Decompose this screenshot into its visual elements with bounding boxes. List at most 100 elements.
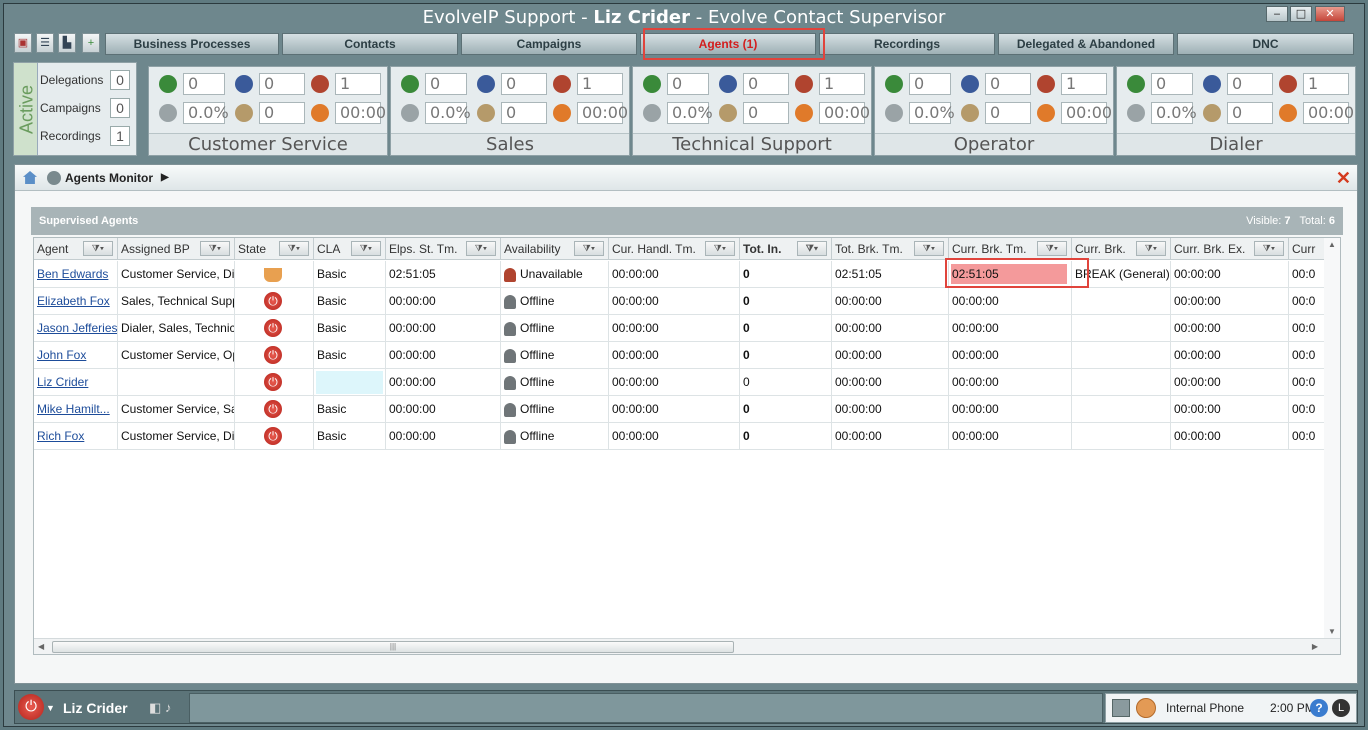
cell-bp bbox=[118, 369, 235, 396]
horizontal-scrollbar[interactable]: ◀ ||| ▶ bbox=[34, 638, 1340, 654]
status-user-name: Liz Crider bbox=[63, 700, 128, 716]
filter-icon[interactable]: ⧩▾ bbox=[1254, 241, 1284, 256]
horizontal-scroll-thumb[interactable]: ||| bbox=[52, 641, 734, 653]
tab-agents[interactable]: Agents (1) bbox=[640, 33, 816, 55]
maximize-button[interactable]: □ bbox=[1290, 6, 1312, 22]
layout-icon[interactable]: ☰ bbox=[36, 33, 54, 53]
minimize-button[interactable]: ‒ bbox=[1266, 6, 1288, 22]
power-icon[interactable]: ⏻ bbox=[18, 694, 44, 720]
vertical-scrollbar[interactable]: ▲ ▼ bbox=[1324, 238, 1340, 654]
queue-name[interactable]: Customer Service bbox=[149, 133, 387, 155]
filter-icon[interactable]: ⧩▾ bbox=[83, 241, 113, 256]
cell-state: ⏻ bbox=[235, 315, 314, 342]
column-header[interactable]: Assigned BP ⧩▾ bbox=[118, 238, 235, 260]
table-row[interactable]: Elizabeth Fox Sales, Technical Supp ⏻ Basic… bbox=[34, 288, 1340, 315]
filter-icon[interactable]: ⧩▾ bbox=[705, 241, 735, 256]
agent-link[interactable]: Jason Jefferies bbox=[37, 321, 117, 335]
column-header[interactable]: Agent ⧩▾ bbox=[34, 238, 118, 260]
tab-recordings[interactable]: Recordings bbox=[819, 33, 995, 55]
agent-status-icon[interactable] bbox=[1136, 698, 1156, 718]
table-row[interactable]: Rich Fox Customer Service, Di ⏻ Basic 00:00:… bbox=[34, 423, 1340, 450]
filter-icon[interactable]: ⧩▾ bbox=[1037, 241, 1067, 256]
agent-link[interactable]: Elizabeth Fox bbox=[37, 294, 110, 308]
column-header[interactable]: Elps. St. Tm. ⧩▾ bbox=[386, 238, 501, 260]
cell-state: ⏻ bbox=[235, 396, 314, 423]
tab-delegated-abandoned[interactable]: Delegated & Abandoned bbox=[998, 33, 1174, 55]
cell-elps: 02:51:05 bbox=[386, 261, 501, 288]
queue-stat-v1: 0 bbox=[1151, 73, 1193, 95]
filter-icon[interactable]: ⧩▾ bbox=[200, 241, 230, 256]
filter-icon[interactable]: ⧩▾ bbox=[466, 241, 496, 256]
table-row[interactable]: Liz Crider ⏻ 00:00:00 Offline 00:00:00 0 00:00… bbox=[34, 369, 1340, 396]
scroll-up-icon[interactable]: ▲ bbox=[1328, 240, 1336, 249]
agent-link[interactable]: Rich Fox bbox=[37, 429, 84, 443]
agent-link[interactable]: Mike Hamilt... bbox=[37, 402, 110, 416]
tab-campaigns[interactable]: Campaigns bbox=[461, 33, 637, 55]
cell-cla: Basic bbox=[314, 261, 386, 288]
phone-status-panel: Internal Phone 2:00 PM ? L bbox=[1105, 693, 1357, 723]
active-delegations-count[interactable]: 0 bbox=[110, 70, 130, 90]
active-recordings-count[interactable]: 1 bbox=[110, 126, 130, 146]
column-header[interactable]: Curr. Brk. ⧩▾ bbox=[1072, 238, 1171, 260]
speaker-icon[interactable]: ◧ bbox=[149, 700, 161, 716]
queue-name[interactable]: Technical Support bbox=[633, 133, 871, 155]
cell-totbrk: 00:00:00 bbox=[832, 369, 949, 396]
agent-link[interactable]: Liz Crider bbox=[37, 375, 88, 389]
close-icon[interactable]: ✕ bbox=[1336, 165, 1351, 191]
queue-name[interactable]: Dialer bbox=[1117, 133, 1355, 155]
filter-icon[interactable]: ⧩▾ bbox=[574, 241, 604, 256]
scroll-down-icon[interactable]: ▼ bbox=[1328, 627, 1336, 636]
filter-icon[interactable]: ⧩▾ bbox=[351, 241, 381, 256]
column-header[interactable]: Curr. Brk. Tm. ⧩▾ bbox=[949, 238, 1072, 260]
cell-text-currbrk: 00:00:00 bbox=[952, 321, 999, 335]
hierarchy-icon[interactable]: ▙ bbox=[58, 33, 76, 53]
active-campaigns-count[interactable]: 0 bbox=[110, 98, 130, 118]
column-header[interactable]: Tot. Brk. Tm. ⧩▾ bbox=[832, 238, 949, 260]
home-icon[interactable] bbox=[23, 171, 37, 184]
column-header[interactable]: Tot. In. ⧩▾ bbox=[740, 238, 832, 260]
tab-contacts[interactable]: Contacts bbox=[282, 33, 458, 55]
cell-text-handl: 00:00:00 bbox=[612, 294, 659, 308]
cell-brkex: 00:00:00 bbox=[1171, 396, 1289, 423]
column-header[interactable]: State ⧩▾ bbox=[235, 238, 314, 260]
filter-icon[interactable]: ⧩▾ bbox=[279, 241, 309, 256]
scroll-left-icon[interactable]: ◀ bbox=[38, 642, 44, 651]
table-row[interactable]: Mike Hamilt... Customer Service, Sa ⏻ Basic… bbox=[34, 396, 1340, 423]
cell-agent: Liz Crider bbox=[34, 369, 118, 396]
chevron-down-icon[interactable]: ▼ bbox=[46, 703, 55, 713]
queue-name[interactable]: Sales bbox=[391, 133, 629, 155]
column-header[interactable]: Curr bbox=[1289, 238, 1329, 260]
agent-link[interactable]: John Fox bbox=[37, 348, 86, 362]
table-row[interactable]: John Fox Customer Service, Op ⏻ Basic 00:00:… bbox=[34, 342, 1340, 369]
table-row[interactable]: Ben Edwards Customer Service, Di Basic 02:5… bbox=[34, 261, 1340, 288]
scroll-right-icon[interactable]: ▶ bbox=[1312, 642, 1318, 651]
save-icon[interactable]: ▣ bbox=[14, 33, 32, 53]
filter-icon[interactable]: ⧩▾ bbox=[1136, 241, 1166, 256]
filter-icon[interactable]: ⧩▾ bbox=[914, 241, 944, 256]
cell-handl: 00:00:00 bbox=[609, 342, 740, 369]
cell-text-brkex: 00:00:00 bbox=[1174, 267, 1221, 281]
column-header[interactable]: Cur. Handl. Tm. ⧩▾ bbox=[609, 238, 740, 260]
lock-icon[interactable]: L bbox=[1332, 699, 1350, 717]
agent-link[interactable]: Ben Edwards bbox=[37, 267, 108, 281]
tab-business-processes[interactable]: Business Processes bbox=[105, 33, 279, 55]
column-header[interactable]: Curr. Brk. Ex. ⧩▾ bbox=[1171, 238, 1289, 260]
queue-name[interactable]: Operator bbox=[875, 133, 1113, 155]
queue-stat-v3: 1 bbox=[819, 73, 865, 95]
chevron-right-icon[interactable]: ▶ bbox=[161, 165, 169, 191]
add-window-icon[interactable]: + bbox=[82, 33, 100, 53]
transfer-icon[interactable] bbox=[1112, 699, 1130, 717]
queue-stat-v1: 0 bbox=[183, 73, 225, 95]
column-header[interactable]: CLA ⧩▾ bbox=[314, 238, 386, 260]
phone-label: Internal Phone bbox=[1166, 701, 1245, 715]
column-header[interactable]: Availability ⧩▾ bbox=[501, 238, 609, 260]
table-row[interactable]: Jason Jefferies Dialer, Sales, Technic ⏻ Ba… bbox=[34, 315, 1340, 342]
close-window-button[interactable]: ✕ bbox=[1315, 6, 1345, 22]
tab-dnc[interactable]: DNC bbox=[1177, 33, 1354, 55]
offline-icon bbox=[504, 402, 516, 417]
microphone-icon[interactable]: ♪ bbox=[165, 700, 172, 715]
abandon-rate-icon bbox=[885, 104, 903, 122]
help-icon[interactable]: ? bbox=[1310, 699, 1328, 717]
power-off-icon: ⏻ bbox=[264, 427, 282, 445]
filter-icon[interactable]: ⧩▾ bbox=[797, 241, 827, 256]
